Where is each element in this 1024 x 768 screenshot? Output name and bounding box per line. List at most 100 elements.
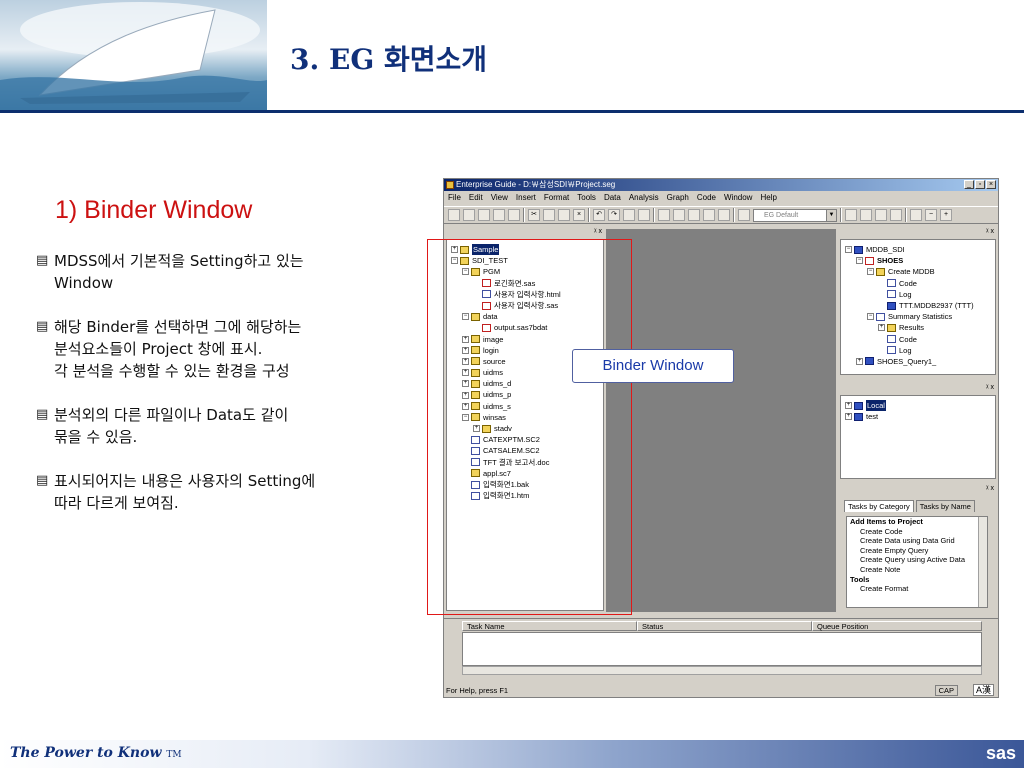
chevron-down-icon[interactable]: ▼: [826, 209, 836, 221]
window-project-icon[interactable]: [860, 209, 872, 221]
tree-node[interactable]: + SHOES_Query1_: [845, 356, 974, 367]
column-queue-position[interactable]: Queue Position: [812, 621, 982, 631]
vertical-scrollbar[interactable]: [978, 517, 987, 607]
new-icon[interactable]: [448, 209, 460, 221]
layout-combo-value: EG Default: [764, 211, 799, 219]
tree-node[interactable]: TTT.MDDB2937 (TTT): [845, 300, 974, 311]
cut-icon[interactable]: ✂: [528, 209, 540, 221]
tree-node[interactable]: Code: [845, 334, 974, 345]
expand-icon[interactable]: +: [878, 324, 885, 332]
tab-tasks-by-name[interactable]: Tasks by Name: [915, 500, 975, 512]
task-item[interactable]: Create Code: [850, 527, 987, 537]
restore-button[interactable]: ▫: [975, 180, 985, 189]
column-status[interactable]: Status: [637, 621, 812, 631]
layout-combo[interactable]: EG Default ▼: [753, 208, 837, 222]
column-task-name[interactable]: Task Name: [462, 621, 637, 631]
run-icon[interactable]: [658, 209, 670, 221]
expand-icon[interactable]: +: [845, 413, 852, 421]
properties-icon[interactable]: [910, 209, 922, 221]
collapse-icon[interactable]: −: [856, 257, 863, 265]
tree-node-label: Create MDDB: [888, 267, 935, 277]
tree-node[interactable]: − Summary Statistics: [845, 311, 974, 322]
tree-node[interactable]: − MDDB_SDI: [845, 244, 974, 255]
menu-item-file[interactable]: File: [448, 192, 461, 204]
tree-node[interactable]: − SHOES: [845, 255, 974, 266]
tree-node[interactable]: − Create MDDB: [845, 266, 974, 277]
menu-item-format[interactable]: Format: [544, 192, 569, 204]
task-item[interactable]: Create Data using Data Grid: [850, 536, 987, 546]
collapse-icon[interactable]: −: [867, 268, 874, 276]
menu-item-view[interactable]: View: [491, 192, 508, 204]
toolbar: ✂ × ↶ ↷ EG Default ▼ − +: [444, 206, 998, 224]
task-item[interactable]: Create Format: [850, 584, 987, 594]
open-icon[interactable]: [463, 209, 475, 221]
zoom-out-icon[interactable]: −: [925, 209, 937, 221]
footer-text: The Power to Know: [10, 745, 162, 761]
delete-icon[interactable]: ×: [573, 209, 585, 221]
caps-indicator: CAP: [934, 685, 958, 696]
zoom-in-icon[interactable]: +: [940, 209, 952, 221]
tree-node[interactable]: Code: [845, 278, 974, 289]
task-list: Add Items to Project Create Code Create Da…: [846, 516, 988, 608]
minimize-button[interactable]: _: [964, 180, 974, 189]
ime-indicator[interactable]: A漢: [972, 684, 994, 696]
stop-icon[interactable]: [673, 209, 685, 221]
expand-icon[interactable]: +: [856, 357, 863, 365]
print-icon[interactable]: [508, 209, 520, 221]
menu-item-analysis[interactable]: Analysis: [629, 192, 659, 204]
menu-item-edit[interactable]: Edit: [469, 192, 483, 204]
tree-node-label: Log: [899, 345, 912, 355]
menu-item-window[interactable]: Window: [724, 192, 752, 204]
bullet-text: 해당 Binder를 선택하면 그에 해당하는 분석요소들이 Project 창…: [54, 318, 302, 380]
task-item[interactable]: Create Empty Query: [850, 546, 987, 556]
tree-node-label: SHOES_Query1_: [877, 356, 937, 366]
task-item[interactable]: Create Query using Active Data: [850, 555, 987, 565]
layout-icon[interactable]: [738, 209, 750, 221]
workspace-area: [606, 229, 836, 612]
find-icon[interactable]: [623, 209, 635, 221]
window-server-icon[interactable]: [875, 209, 887, 221]
window-binder-icon[interactable]: [845, 209, 857, 221]
tree-node[interactable]: Log: [845, 345, 974, 356]
tree-node[interactable]: Log: [845, 289, 974, 300]
menu-item-help[interactable]: Help: [760, 192, 776, 204]
window-controls: _ ▫ ×: [964, 180, 996, 189]
tree-node[interactable]: + Results: [845, 322, 974, 333]
menu-item-tools[interactable]: Tools: [577, 192, 596, 204]
horizontal-scrollbar[interactable]: [462, 666, 982, 675]
redo-icon[interactable]: ↷: [608, 209, 620, 221]
tree-node[interactable]: + Local: [845, 400, 886, 412]
data-icon[interactable]: [703, 209, 715, 221]
collapse-icon[interactable]: −: [867, 313, 874, 321]
task-status-pane: Task Name Status Queue Position: [444, 618, 998, 680]
binder-pane-header: ᵡ x: [446, 228, 604, 238]
paste-icon[interactable]: [558, 209, 570, 221]
menu-item-data[interactable]: Data: [604, 192, 621, 204]
tab-tasks-by-category[interactable]: Tasks by Category: [844, 500, 914, 512]
task-category[interactable]: Add Items to Project: [850, 517, 987, 527]
query-icon[interactable]: [688, 209, 700, 221]
save-all-icon[interactable]: [493, 209, 505, 221]
menu-item-code[interactable]: Code: [697, 192, 716, 204]
expand-icon[interactable]: +: [845, 402, 852, 410]
window-task-icon[interactable]: [890, 209, 902, 221]
file-icon: [887, 290, 896, 299]
server-tree: + Local + test: [845, 400, 886, 422]
menu-item-graph[interactable]: Graph: [667, 192, 689, 204]
file-icon: [887, 279, 896, 288]
replace-icon[interactable]: [638, 209, 650, 221]
tree-node[interactable]: + test: [845, 411, 886, 422]
close-icon[interactable]: ᵡ x: [986, 384, 994, 391]
chart-icon[interactable]: [718, 209, 730, 221]
close-icon[interactable]: ᵡ x: [594, 228, 602, 235]
close-button[interactable]: ×: [986, 180, 996, 189]
task-item[interactable]: Create Note: [850, 565, 987, 575]
close-icon[interactable]: ᵡ x: [986, 485, 994, 492]
undo-icon[interactable]: ↶: [593, 209, 605, 221]
menu-item-insert[interactable]: Insert: [516, 192, 536, 204]
close-icon[interactable]: ᵡ x: [986, 228, 994, 235]
save-icon[interactable]: [478, 209, 490, 221]
collapse-icon[interactable]: −: [845, 246, 852, 254]
task-category[interactable]: Tools: [850, 575, 987, 585]
copy-icon[interactable]: [543, 209, 555, 221]
